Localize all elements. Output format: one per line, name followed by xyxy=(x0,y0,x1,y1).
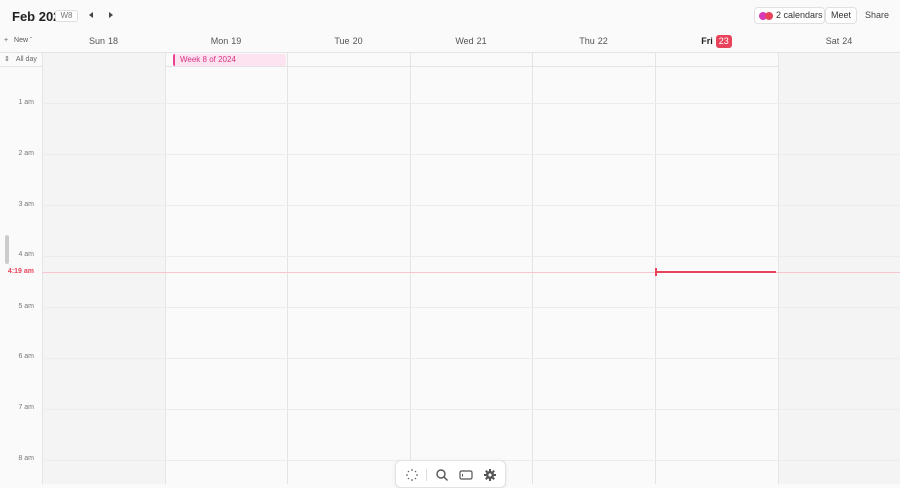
gear-icon[interactable] xyxy=(483,468,497,482)
day-name: Sat xyxy=(825,36,840,46)
keyboard-icon[interactable] xyxy=(459,468,473,482)
hour-label: 3 am xyxy=(18,201,34,208)
search-icon[interactable] xyxy=(435,468,449,482)
day-column-sat[interactable] xyxy=(778,67,900,484)
prev-week-button[interactable] xyxy=(85,9,97,21)
calendars-label: 2 calendars xyxy=(776,10,823,20)
day-number: 20 xyxy=(352,36,363,46)
plus-icon: + xyxy=(4,37,9,44)
current-time-marker xyxy=(655,268,657,276)
calendars-toggle[interactable]: 2 calendars xyxy=(754,7,825,24)
chevron-down-icon: ˇ xyxy=(30,38,33,44)
day-name: Tue xyxy=(334,36,350,46)
day-header-thu[interactable]: Thu 22 xyxy=(532,32,655,53)
all-day-cell-sun[interactable] xyxy=(42,53,165,67)
hour-line xyxy=(42,103,900,104)
day-header-wed[interactable]: Wed 21 xyxy=(410,32,532,53)
day-name: Thu xyxy=(579,36,595,46)
day-column-mon[interactable] xyxy=(165,67,287,484)
dock-divider xyxy=(426,469,427,481)
day-number: 22 xyxy=(597,36,608,46)
all-day-row: ⇕ All day Week 8 of 2024 xyxy=(0,53,900,67)
meet-button[interactable]: Meet xyxy=(825,7,857,24)
day-column-sun[interactable] xyxy=(42,67,165,484)
hour-line xyxy=(42,154,900,155)
triangle-right-icon xyxy=(109,12,113,18)
day-number: 24 xyxy=(842,36,853,46)
day-name: Mon xyxy=(210,36,229,46)
new-label: New xyxy=(14,37,29,44)
day-name: Fri xyxy=(701,36,713,46)
day-header-mon[interactable]: Mon 19 xyxy=(165,32,287,53)
hour-label: 8 am xyxy=(18,455,34,462)
next-week-button[interactable] xyxy=(105,9,117,21)
current-time-today-line xyxy=(656,271,776,273)
new-event-button[interactable]: + New ˇ xyxy=(4,37,32,44)
triangle-left-icon xyxy=(89,12,93,18)
day-column-fri[interactable] xyxy=(655,67,778,484)
week-badge: W8 xyxy=(55,10,78,22)
day-name: Sun xyxy=(88,36,105,46)
current-time-label: 4:19 am xyxy=(7,268,34,275)
day-number: 21 xyxy=(476,36,487,46)
day-header-row: + New ˇ Sun 18 Mon 19 Tue 20 Wed 21 Thu 22 Fr… xyxy=(0,32,900,53)
day-number: 19 xyxy=(231,36,242,46)
day-number-today: 23 xyxy=(715,35,732,48)
hour-label: 1 am xyxy=(18,99,34,106)
hour-line xyxy=(42,307,900,308)
day-header-sat[interactable]: Sat 24 xyxy=(778,32,900,53)
hour-line xyxy=(42,409,900,410)
all-day-toggle[interactable]: ⇕ All day xyxy=(4,55,37,63)
hour-line xyxy=(42,358,900,359)
scrollbar-thumb[interactable] xyxy=(5,235,9,264)
hour-line xyxy=(42,256,900,257)
day-header-fri[interactable]: Fri 23 xyxy=(655,32,778,53)
day-header-sun[interactable]: Sun 18 xyxy=(42,32,165,53)
share-button[interactable]: Share xyxy=(860,7,894,24)
hour-label: 6 am xyxy=(18,353,34,360)
all-day-label: All day xyxy=(15,56,37,63)
top-bar: Feb 2024 W8 2 calendars Meet Share xyxy=(0,0,900,32)
hour-label: 2 am xyxy=(18,150,34,157)
day-column-thu[interactable] xyxy=(532,67,655,484)
all-day-cell-sat[interactable] xyxy=(778,53,900,67)
day-header-tue[interactable]: Tue 20 xyxy=(287,32,410,53)
time-grid: 1 am 2 am 3 am 4 am 5 am 6 am 7 am 8 am … xyxy=(0,67,900,484)
hour-line xyxy=(42,205,900,206)
all-day-event[interactable]: Week 8 of 2024 xyxy=(173,54,286,66)
expand-icon: ⇕ xyxy=(4,56,10,63)
day-column-tue[interactable] xyxy=(287,67,410,484)
calendar-color-dot xyxy=(765,12,773,20)
day-number: 18 xyxy=(108,36,119,46)
hour-label: 7 am xyxy=(18,404,34,411)
day-column-wed[interactable] xyxy=(410,67,532,484)
sparkle-icon[interactable] xyxy=(405,468,419,482)
day-name: Wed xyxy=(455,36,474,46)
hour-label: 5 am xyxy=(18,303,34,310)
